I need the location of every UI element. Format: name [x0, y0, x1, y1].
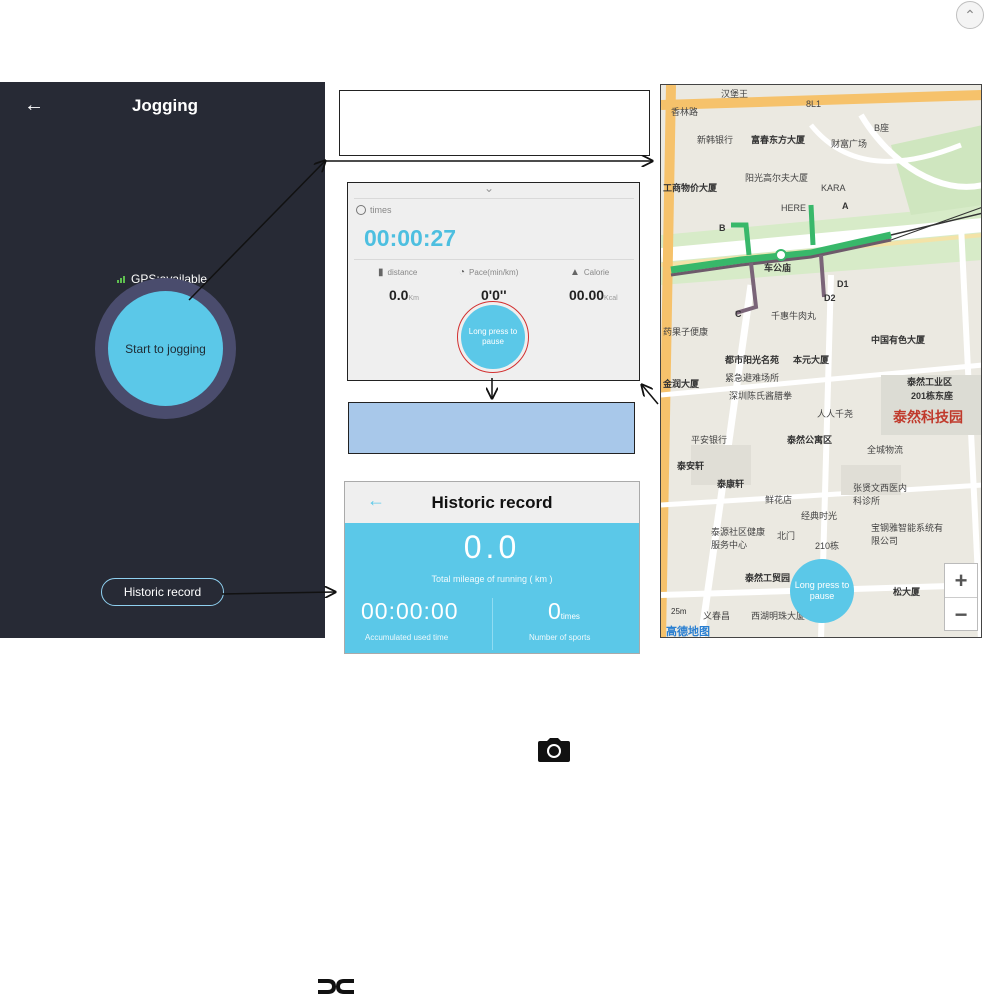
flow-arrows: [188, 0, 659, 996]
arrow: [221, 592, 335, 594]
camera-icon[interactable]: [538, 738, 570, 762]
arrow: [188, 161, 325, 301]
arrow: [642, 385, 659, 405]
link-icon[interactable]: [316, 977, 356, 996]
